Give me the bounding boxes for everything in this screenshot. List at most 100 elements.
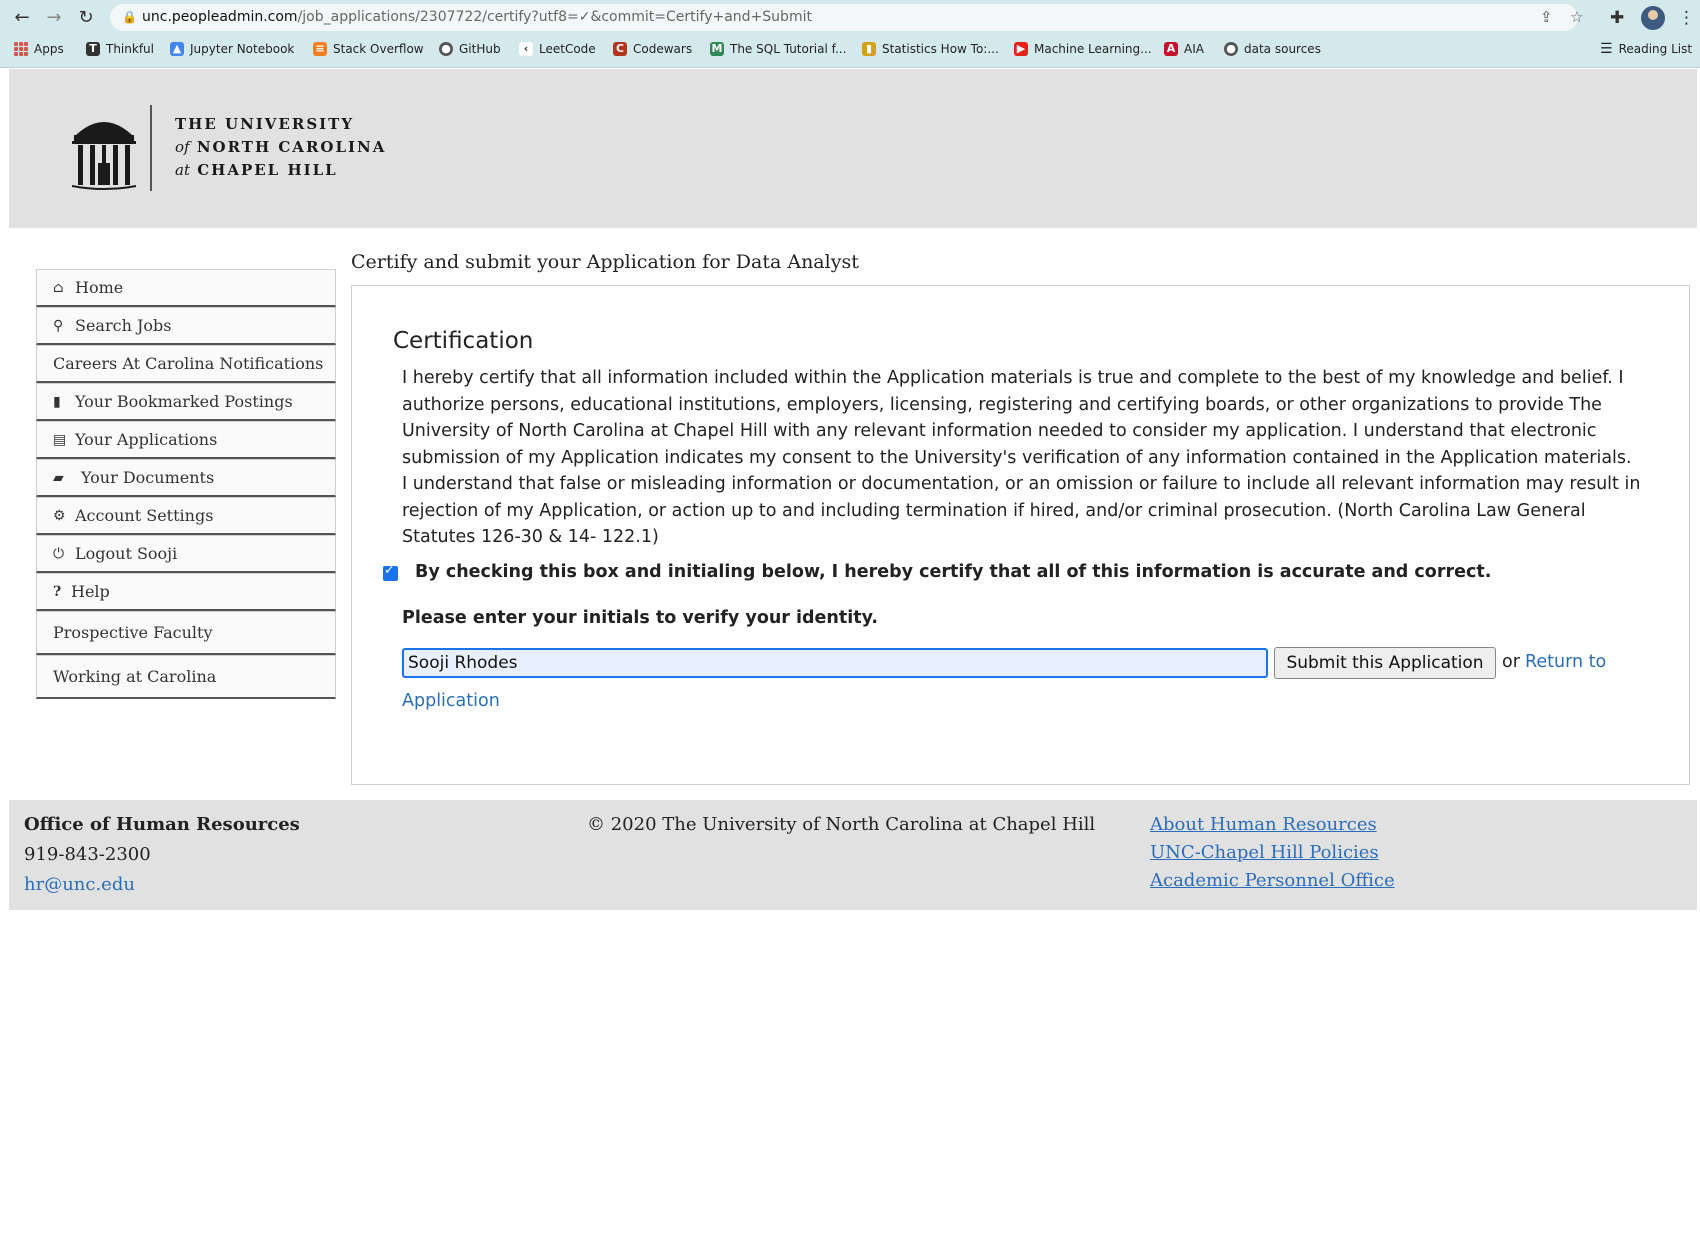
sidebar-item-notifications[interactable]: Careers At Carolina Notifications [36,345,336,383]
university-wordmark[interactable]: THE UNIVERSITY of NORTH CAROLINA at CHAP… [175,113,386,182]
bookmark-apps[interactable]: Apps [14,40,64,58]
sidebar-item-label: Your Bookmarked Postings [75,392,293,411]
address-bar[interactable]: 🔒 unc.peopleadmin.com/job_applications/2… [110,4,1583,31]
reading-list-label: Reading List [1618,42,1693,56]
sidebar-item-prospective-faculty[interactable]: Prospective Faculty [36,611,336,655]
sidebar-item-bookmarked-postings[interactable]: ▮ Your Bookmarked Postings [36,383,336,421]
certify-checkbox-label[interactable]: By checking this box and initialing belo… [415,562,1491,582]
sidebar-item-label: Logout Sooji [75,544,178,563]
certification-text: I hereby certify that all information in… [402,368,1641,547]
footer-link-policies[interactable]: UNC-Chapel Hill Policies [1150,842,1379,863]
bookmark-sql-tutorial[interactable]: M The SQL Tutorial f... [710,40,846,58]
footer-phone: 919-843-2300 [24,844,151,865]
footer-link-about-hr[interactable]: About Human Resources [1150,814,1377,835]
or-text: or [1502,652,1520,672]
url-path: /job_applications/2307722/certify?utf8=✓… [297,9,812,25]
footer-office-name: Office of Human Resources [24,814,300,835]
home-icon: ⌂ [53,279,64,296]
leetcode-icon: ‹ [519,42,533,56]
sidebar-item-label: Your Applications [75,430,218,449]
footer-link-academic-personnel[interactable]: Academic Personnel Office [1150,870,1395,891]
bookmark-thinkful[interactable]: T Thinkful [86,40,154,58]
question-icon: ? [53,583,62,600]
reading-list[interactable]: ☰ Reading List [1600,40,1692,58]
sidebar-item-label: Working at Carolina [53,667,217,686]
sidebar-item-your-documents[interactable]: ▰ Your Documents [36,459,336,497]
bookmark-data-sources[interactable]: ● data sources [1224,40,1321,58]
bookmark-label: data sources [1244,42,1321,56]
bookmark-codewars[interactable]: C Codewars [613,40,692,58]
gear-icon: ⚙ [53,507,66,524]
bookmark-jupyter[interactable]: ▲ Jupyter Notebook [170,40,294,58]
sidebar-item-label: Search Jobs [75,316,172,335]
bookmark-machine-learning[interactable]: ▶ Machine Learning... [1014,40,1152,58]
github-icon: ● [1224,42,1238,56]
certify-checkbox[interactable] [383,563,398,581]
browser-chrome: ← → ↻ 🔒 unc.peopleadmin.com/job_applicat… [0,0,1700,68]
sidebar-item-working-at-carolina[interactable]: Working at Carolina [36,655,336,699]
return-to-application-link[interactable]: Return to [1525,652,1606,672]
sidebar-item-search-jobs[interactable]: ⚲ Search Jobs [36,307,336,345]
star-icon[interactable]: ☆ [1570,4,1583,31]
back-arrow-icon[interactable]: ← [10,7,34,29]
url-host: unc.peopleadmin.com [142,9,298,25]
drive-icon: ▲ [170,42,184,56]
bookmark-label: Jupyter Notebook [190,42,295,56]
sidebar-item-account-settings[interactable]: ⚙ Account Settings [36,497,336,535]
footer: Office of Human Resources 919-843-2300 h… [9,800,1697,910]
return-to-application-link-continued[interactable]: Application [402,691,500,711]
certification-panel: Certification I hereby certify that all … [351,285,1690,785]
old-well-logo-icon[interactable] [70,111,138,193]
github-icon: ● [439,42,453,56]
sidebar-item-label: Home [75,278,124,297]
footer-email-link[interactable]: hr@unc.edu [24,874,135,895]
bookmark-label: GitHub [459,42,501,56]
logo-line-2-prefix: of [175,138,190,156]
reload-icon[interactable]: ↻ [74,7,98,29]
statistics-icon: ▮ [862,42,876,56]
avatar[interactable] [1641,6,1665,30]
sidebar-nav: ⌂ Home ⚲ Search Jobs Careers At Carolina N… [36,269,336,699]
bookmark-statistics[interactable]: ▮ Statistics How To:... [862,40,999,58]
logo-line-2: NORTH CAROLINA [196,138,387,156]
certification-title: Certification [393,328,534,354]
footer-copyright: © 2020 The University of North Carolina … [587,814,1096,835]
apps-icon [14,42,28,56]
bookmark-aia[interactable]: A AIA [1164,40,1204,58]
bookmark-github[interactable]: ● GitHub [439,40,501,58]
bookmark-label: Apps [34,42,64,56]
initials-input[interactable] [402,648,1268,678]
forward-arrow-icon[interactable]: → [42,7,66,29]
youtube-icon: ▶ [1014,42,1028,56]
reading-list-icon: ☰ [1600,41,1613,57]
bookmark-label: Machine Learning... [1034,42,1152,56]
sidebar-item-label: Prospective Faculty [53,623,213,642]
bookmark-leetcode[interactable]: ‹ LeetCode [519,40,596,58]
submit-application-button[interactable]: Submit this Application [1274,647,1496,679]
initials-label: Please enter your initials to verify you… [402,608,879,628]
sql-tutorial-icon: M [710,42,724,56]
bookmark-icon: ▮ [53,393,61,410]
sidebar-item-help[interactable]: ? Help [36,573,336,611]
sidebar-item-your-applications[interactable]: ▤ Your Applications [36,421,336,459]
bookmarks-bar: Apps T Thinkful ▲ Jupyter Notebook ≡ Stack … [0,36,1700,62]
bookmark-label: The SQL Tutorial f... [730,42,847,56]
bookmark-stackoverflow[interactable]: ≡ Stack Overflow [313,40,424,58]
logo-line-1: THE UNIVERSITY [175,115,355,133]
logo-divider [150,105,152,191]
sidebar-item-home[interactable]: ⌂ Home [36,269,336,307]
share-icon[interactable]: ⇪ [1540,4,1553,31]
bookmark-label: Codewars [633,42,693,56]
sidebar-item-label: Account Settings [75,506,214,525]
sidebar-item-label: Careers At Carolina Notifications [53,354,324,373]
power-icon: ⏻ [53,545,65,562]
menu-dots-icon[interactable]: ⋮ [1678,7,1695,29]
codewars-icon: C [613,42,627,56]
search-icon: ⚲ [53,317,64,334]
extensions-icon[interactable]: ✚ [1610,7,1624,29]
sidebar-item-logout[interactable]: ⏻ Logout Sooji [36,535,336,573]
aia-icon: A [1164,42,1178,56]
sidebar-item-label: Help [71,582,110,601]
stackoverflow-icon: ≡ [313,42,327,56]
logo-line-3: CHAPEL HILL [197,161,338,179]
